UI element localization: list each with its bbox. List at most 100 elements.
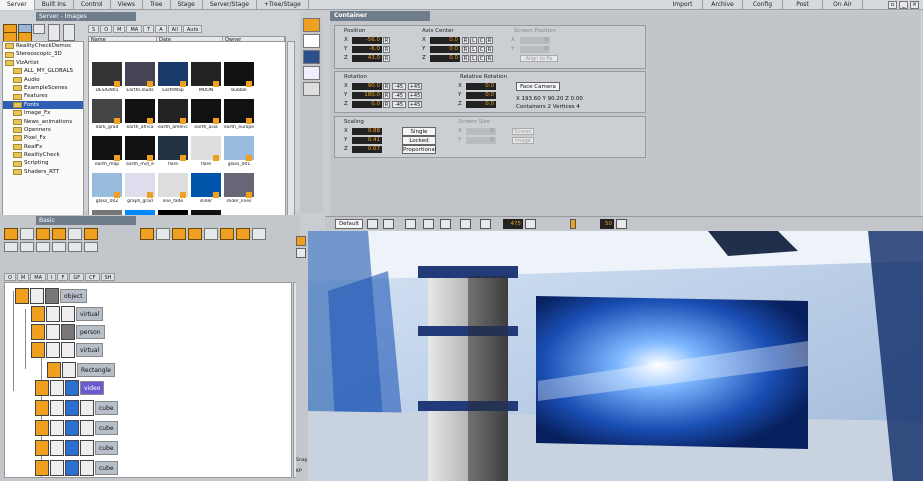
menu-tab-stage[interactable]: Stage	[171, 0, 203, 10]
screen-size-y-field[interactable]: 0	[466, 137, 496, 144]
node-icon[interactable]	[50, 440, 64, 456]
position-y-reset[interactable]: R	[383, 46, 390, 53]
tree-tool-icon[interactable]	[140, 228, 154, 240]
tree-tool-icon[interactable]	[84, 242, 98, 252]
rotation-reset-button[interactable]: R	[383, 92, 390, 99]
scene-tree-node[interactable]: cube	[35, 399, 118, 417]
node-icon[interactable]	[31, 306, 45, 322]
scene-tree-node[interactable]: Rectangle	[47, 361, 115, 379]
properties-icon[interactable]	[48, 24, 60, 41]
tree-tool-icon[interactable]	[20, 228, 34, 240]
image-thumbnail[interactable]: earth_asia	[190, 99, 222, 136]
node-icon[interactable]	[62, 362, 76, 378]
node-icon[interactable]	[46, 306, 60, 322]
tree-tool-icon[interactable]	[52, 228, 66, 240]
axis-center-align-button[interactable]: R	[462, 46, 469, 53]
image-thumbnail[interactable]: dark_grad	[91, 99, 123, 136]
axis-center-align-button[interactable]: R	[462, 55, 469, 62]
node-icon[interactable]	[47, 362, 61, 378]
folder-item[interactable]: Fonts	[3, 100, 83, 110]
scene-tree-node[interactable]: cube	[35, 419, 118, 437]
image-thumbnail[interactable]: line_fade	[157, 173, 189, 210]
node-icon[interactable]	[65, 380, 79, 396]
first-frame-icon[interactable]	[367, 219, 378, 229]
rel-rotation-z-field[interactable]: 0.0	[466, 101, 496, 108]
folder-item[interactable]: ExampleScenes	[3, 84, 83, 92]
axis-center-align-button[interactable]: R	[486, 37, 493, 44]
axis-center-align-button[interactable]: C	[478, 46, 485, 53]
menu-tab-tree-stage[interactable]: +Tree/Stage	[257, 0, 309, 10]
folder-item[interactable]: RealityCheck	[3, 151, 83, 159]
axis-center-align-button[interactable]: C	[478, 37, 485, 44]
filter-tab[interactable]: S	[88, 25, 100, 33]
rel-rotation-x-field[interactable]: 0.0	[466, 83, 496, 90]
menu-tab-tree[interactable]: Tree	[143, 0, 171, 10]
texture-icon[interactable]	[303, 82, 320, 96]
filter-tab[interactable]: O	[100, 25, 113, 33]
folder-item[interactable]: Audio	[3, 76, 83, 84]
rotation-z-field[interactable]: 0.0	[352, 101, 382, 108]
mid-toolbar-icon[interactable]	[296, 248, 306, 258]
image-thumbnail[interactable]: MOON	[190, 62, 222, 99]
tree-tool-icon[interactable]	[36, 228, 50, 240]
node-icon[interactable]	[35, 440, 49, 456]
filter-tab[interactable]: T	[143, 25, 155, 33]
scene-tree-node[interactable]: video	[35, 379, 105, 397]
node-icon[interactable]	[65, 440, 79, 456]
tree-tool-icon[interactable]	[4, 242, 18, 252]
folder-item[interactable]: ALL_MY_GLOBALS	[3, 67, 83, 75]
tree-tool-icon[interactable]	[236, 228, 250, 240]
node-icon[interactable]	[46, 324, 60, 340]
snap-label[interactable]: Snap	[296, 458, 307, 463]
transform-icon[interactable]	[303, 34, 320, 48]
frame-field[interactable]: 475	[503, 219, 523, 229]
node-icon[interactable]	[35, 420, 49, 436]
scene-tree-node[interactable]: object	[15, 287, 87, 305]
server-icon[interactable]	[303, 18, 320, 32]
screen-pos-x-field[interactable]: 0	[520, 37, 550, 44]
node-icon[interactable]	[80, 400, 94, 416]
screen-size-x-field[interactable]: 0	[466, 128, 496, 135]
folder-item[interactable]: RealFx	[3, 143, 83, 151]
node-icon[interactable]	[35, 400, 49, 416]
menu-tab-post[interactable]: Post	[783, 0, 823, 10]
tree-tool-icon[interactable]	[156, 228, 170, 240]
tree-tool-icon[interactable]	[252, 228, 266, 240]
tree-tool-icon[interactable]	[84, 228, 98, 240]
tree-tool-icon[interactable]	[20, 242, 34, 252]
play-icon[interactable]	[405, 219, 416, 229]
axis-center-align-button[interactable]: R	[486, 46, 493, 53]
rotate-plus-45-button[interactable]: +45	[408, 83, 422, 90]
menu-tab-archive[interactable]: Archive	[703, 0, 743, 10]
node-label[interactable]: cube	[95, 461, 118, 475]
scene-tab[interactable]: MA	[30, 273, 46, 281]
axis-center-align-button[interactable]: L	[470, 46, 477, 53]
menu-tab-built-ins[interactable]: Built Ins	[35, 0, 74, 10]
refresh-icon[interactable]	[33, 24, 45, 34]
position-z-field[interactable]: 43.0	[352, 55, 382, 62]
node-icon[interactable]	[61, 306, 75, 322]
node-icon[interactable]	[80, 420, 94, 436]
menu-tab-on-air[interactable]: On Air	[823, 0, 863, 10]
scaling-locked-button[interactable]: Locked	[402, 136, 436, 145]
node-icon[interactable]	[65, 420, 79, 436]
filter-tab[interactable]: Auto	[182, 25, 203, 33]
rel-rotation-y-field[interactable]: 0.0	[466, 92, 496, 99]
step-forward-icon[interactable]	[440, 219, 451, 229]
rotation-x-field[interactable]: 90.0	[352, 83, 382, 90]
image-thumbnail[interactable]: glass_001	[223, 136, 255, 173]
image-thumbnail[interactable]: glass_002	[91, 173, 123, 210]
menu-tab-server-stage[interactable]: Server/Stage	[203, 0, 257, 10]
node-label[interactable]: object	[60, 289, 87, 303]
screen-size-image-button[interactable]: Image	[512, 137, 534, 144]
speed-reset-icon[interactable]	[616, 219, 627, 229]
scene-tab[interactable]: F	[57, 273, 69, 281]
scaling-x-field[interactable]: 0.88	[352, 128, 382, 135]
loop-icon[interactable]	[480, 219, 491, 229]
tree-tool-icon[interactable]	[172, 228, 186, 240]
rotation-reset-button[interactable]: R	[383, 83, 390, 90]
kp-label[interactable]: KP	[296, 469, 302, 474]
image-thumbnail[interactable]: bubble	[223, 62, 255, 99]
scene-tree-node[interactable]: cube	[35, 459, 118, 477]
axis-center-align-button[interactable]: L	[470, 37, 477, 44]
